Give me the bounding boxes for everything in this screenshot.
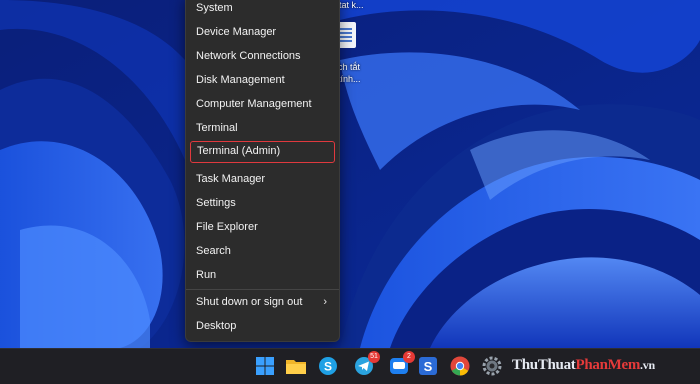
chrome-icon (450, 356, 470, 376)
menu-item-terminal[interactable]: Terminal (190, 117, 335, 139)
menu-item-desktop[interactable]: Desktop (190, 315, 335, 337)
menu-item-label: Search (196, 245, 231, 257)
notification-badge: 51 (368, 351, 380, 363)
snagit-icon: S (419, 357, 437, 375)
taskbar-file-explorer[interactable] (284, 354, 308, 378)
menu-item-run[interactable]: Run (190, 264, 335, 286)
gear-icon (482, 356, 502, 376)
menu-item-file-explorer[interactable]: File Explorer (190, 216, 335, 238)
menu-item-task-manager[interactable]: Task Manager (190, 168, 335, 190)
menu-item-settings[interactable]: Settings (190, 192, 335, 214)
menu-item-label: Device Manager (196, 26, 277, 38)
menu-item-label: System (196, 2, 233, 14)
taskbar-skype[interactable]: S (316, 354, 340, 378)
menu-item-label: Network Connections (196, 50, 301, 62)
taskbar-chrome[interactable] (448, 354, 472, 378)
svg-text:S: S (324, 360, 332, 374)
menu-item-shut-down[interactable]: Shut down or sign out › (190, 291, 335, 313)
menu-item-search[interactable]: Search (190, 240, 335, 262)
menu-item-disk-management[interactable]: Disk Management (190, 69, 335, 91)
watermark-part1: ThuThuat (512, 357, 576, 373)
menu-item-label: Run (196, 269, 217, 281)
menu-item-label: Shut down or sign out (196, 296, 303, 308)
watermark-part2: PhanMem (575, 357, 641, 373)
winx-context-menu: System Device Manager Network Connection… (185, 0, 340, 342)
taskbar-zalo[interactable]: 2 (387, 351, 415, 378)
menu-item-computer-management[interactable]: Computer Management (190, 93, 335, 115)
watermark-part3: .vn (640, 358, 655, 372)
skype-icon: S (319, 357, 337, 375)
desktop-icon-label-top: rtat k... (336, 0, 364, 10)
taskbar-telegram[interactable]: 51 (352, 351, 380, 378)
menu-item-system[interactable]: System (190, 0, 335, 19)
chevron-right-icon: › (323, 296, 327, 308)
taskbar: S 51 2 S ThuThuatPhanMem.vn (0, 348, 700, 384)
watermark: ThuThuatPhanMem.vn (512, 357, 655, 374)
taskbar-settings[interactable] (480, 354, 504, 378)
menu-separator (186, 289, 339, 290)
svg-text:S: S (424, 359, 433, 374)
menu-item-label: Terminal (196, 122, 238, 134)
notification-badge: 2 (403, 351, 415, 363)
menu-item-device-manager[interactable]: Device Manager (190, 21, 335, 43)
desktop: rtat k... ch tắt tính... (0, 0, 700, 348)
windows-start-icon (256, 357, 274, 375)
menu-item-network-connections[interactable]: Network Connections (190, 45, 335, 67)
menu-item-label: Disk Management (196, 74, 285, 86)
taskbar-snagit[interactable]: S (416, 354, 440, 378)
desktop-icon-label: ch tắt (338, 62, 361, 72)
menu-item-label: Computer Management (196, 98, 312, 110)
menu-item-label: Task Manager (196, 173, 266, 185)
menu-item-terminal-admin[interactable]: Terminal (Admin) (190, 141, 335, 163)
folder-icon (286, 360, 306, 374)
menu-item-label: File Explorer (196, 221, 258, 233)
menu-item-label: Settings (196, 197, 236, 209)
menu-item-label: Terminal (Admin) (197, 145, 281, 157)
menu-item-label: Desktop (196, 320, 237, 332)
taskbar-start-button[interactable] (253, 354, 277, 378)
desktop-icon-label-2: tính... (338, 74, 361, 84)
